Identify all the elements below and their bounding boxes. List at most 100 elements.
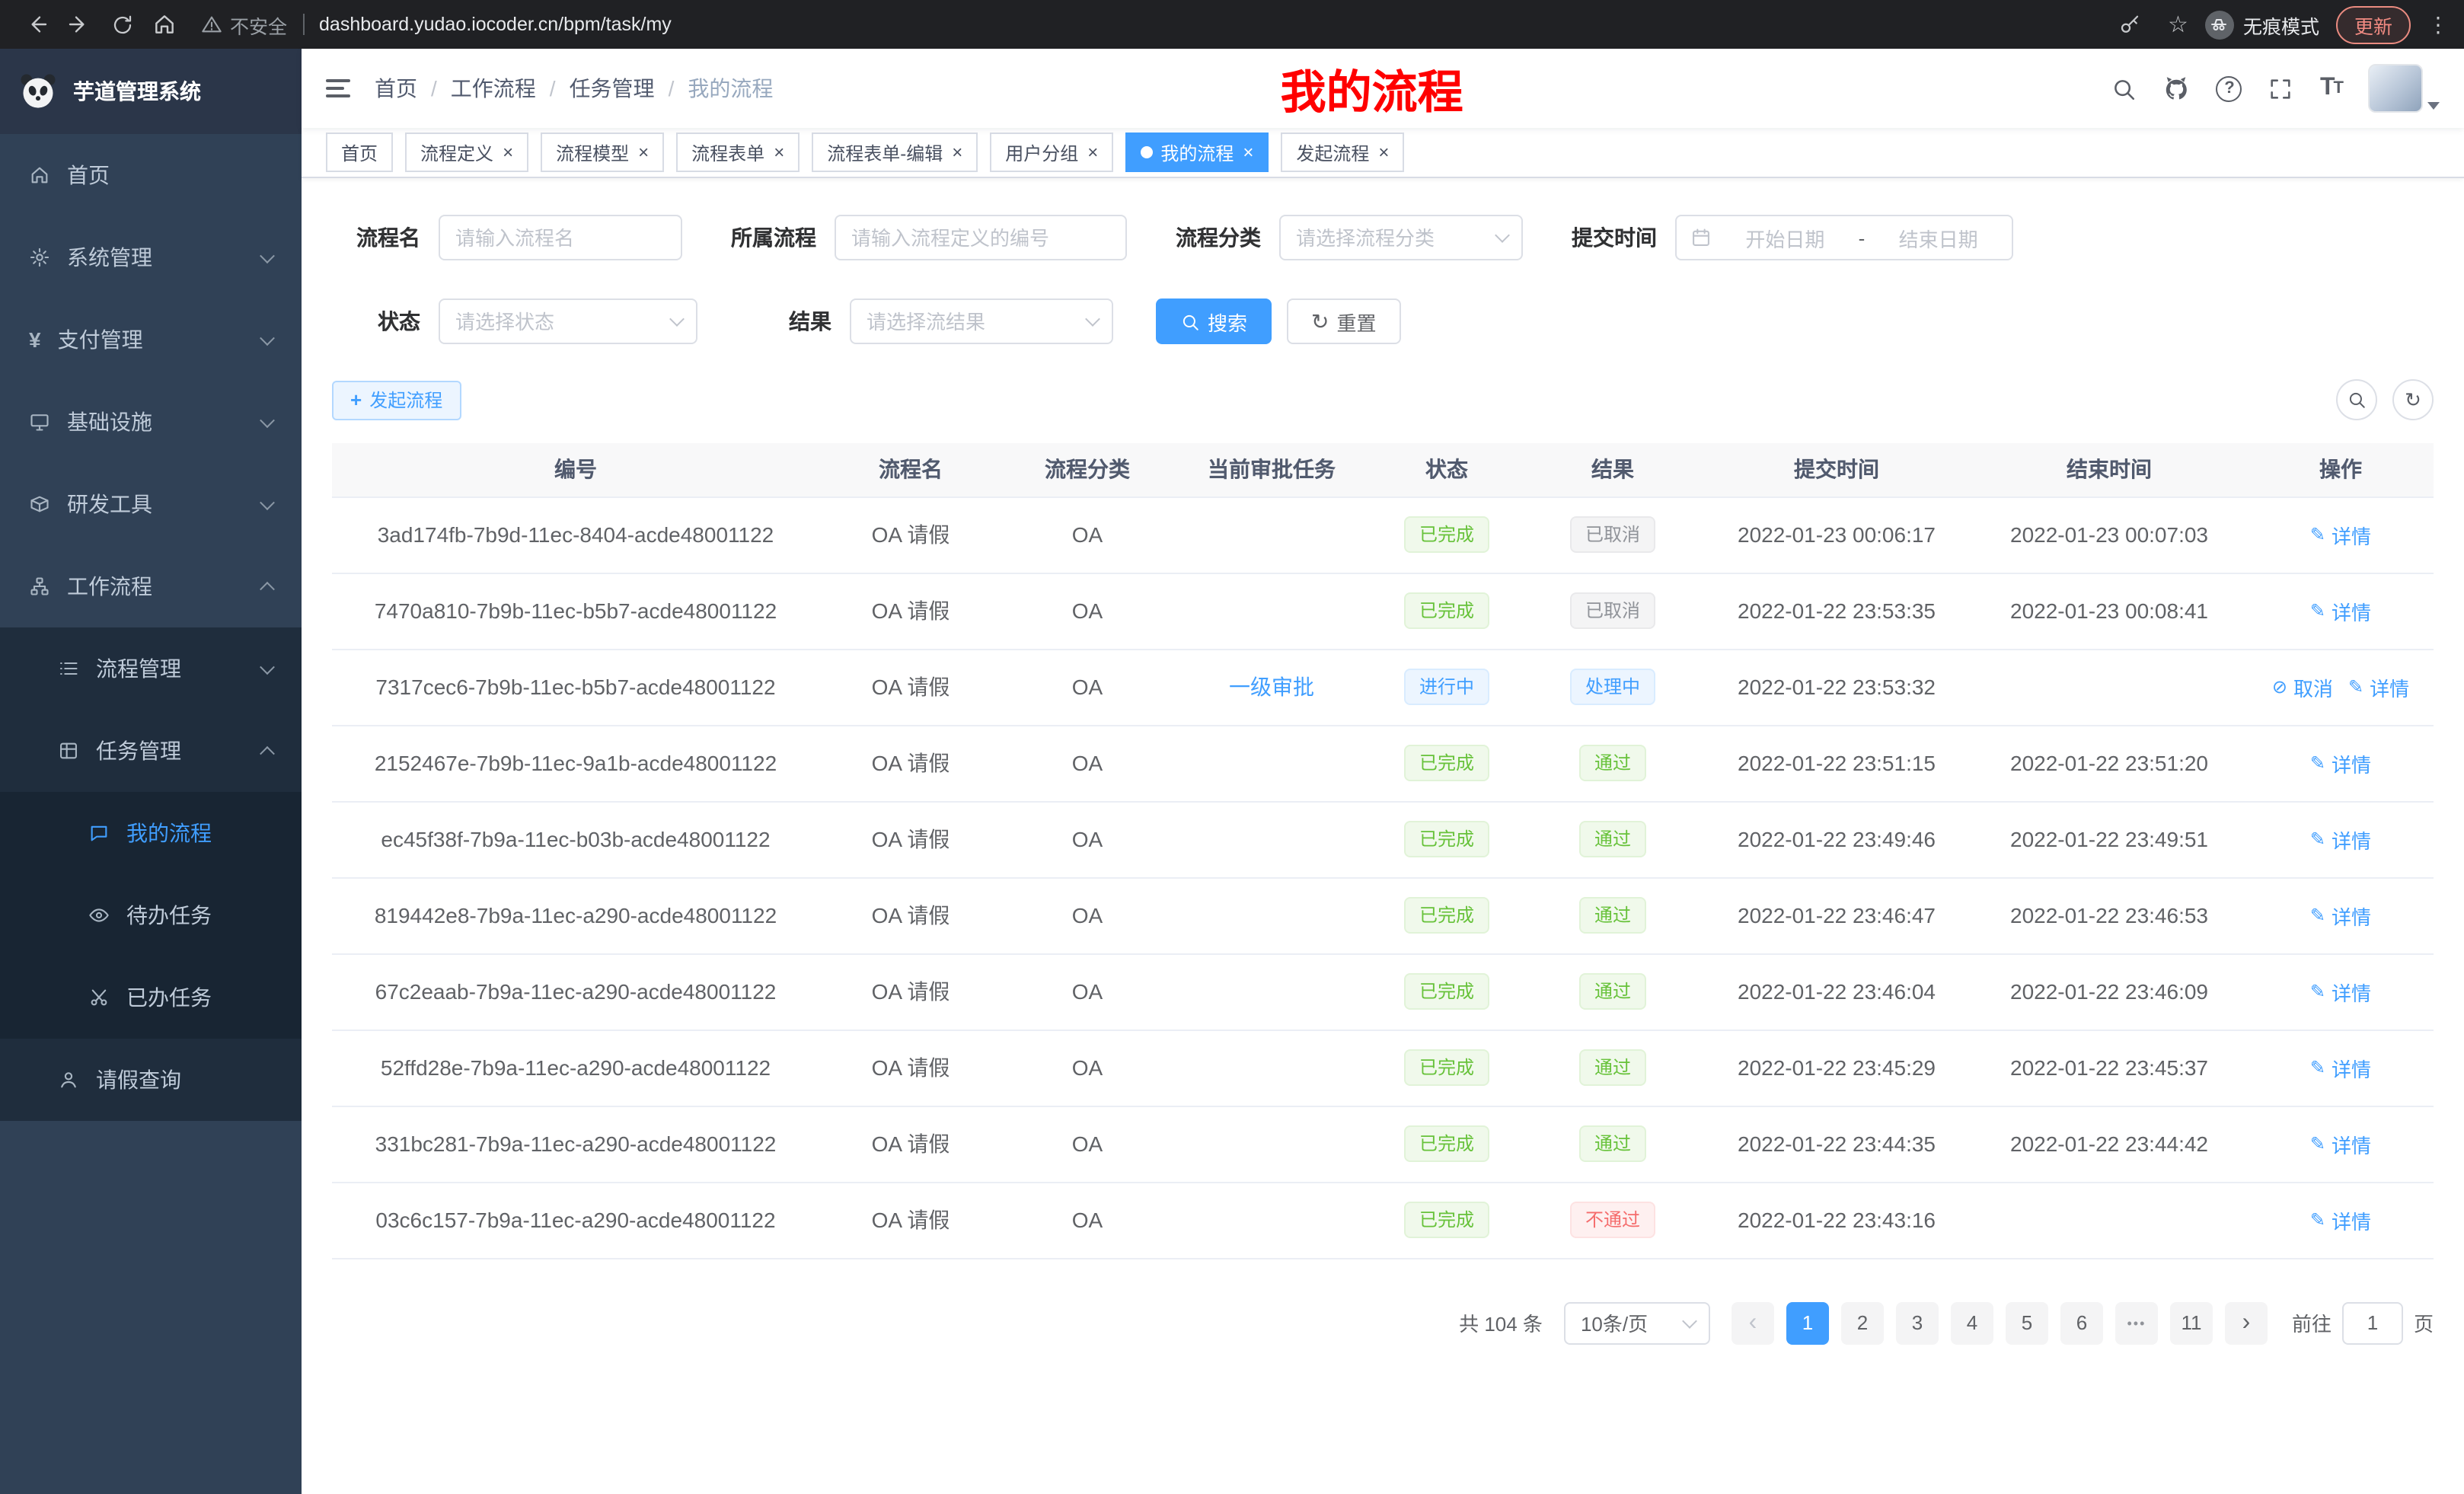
address-bar[interactable]: 不安全 dashboard.yudao.iocoder.cn/bpm/task/… [201,10,2090,39]
tab-process-definition[interactable]: 流程定义× [405,132,528,172]
sidebar-item-done-tasks[interactable]: 已办任务 [0,956,302,1039]
sidebar-item-system[interactable]: 系统管理 [0,216,302,298]
tab-start-process[interactable]: 发起流程× [1281,132,1404,172]
page-button-2[interactable]: 2 [1841,1301,1884,1344]
hamburger-icon[interactable] [326,79,350,97]
cell-status: 已完成 [1371,573,1523,649]
close-icon[interactable]: × [1087,143,1098,161]
breadcrumb-item[interactable]: 工作流程 [451,73,536,104]
search-icon[interactable] [2111,75,2137,101]
result-select-input[interactable] [850,298,1113,344]
cell-submit-time: 2022-01-22 23:53:35 [1703,573,1971,649]
search-button[interactable]: 搜索 [1156,298,1272,344]
forward-icon[interactable] [58,5,101,44]
reload-icon[interactable] [101,5,143,44]
tab-my-process[interactable]: 我的流程× [1125,132,1269,172]
detail-link[interactable]: ✎详情 [2310,596,2371,625]
page-button-11[interactable]: 11 [2170,1301,2213,1344]
close-icon[interactable]: × [774,143,784,161]
edit-icon: ✎ [2310,905,2325,926]
process-name-input[interactable] [439,215,682,260]
tab-home[interactable]: 首页 [326,132,393,172]
tab-process-model[interactable]: 流程模型× [541,132,664,172]
page-button-5[interactable]: 5 [2006,1301,2048,1344]
sidebar-item-process-mgmt[interactable]: 流程管理 [0,627,302,710]
page-button-4[interactable]: 4 [1951,1301,1993,1344]
close-icon[interactable]: × [1378,143,1389,161]
sidebar-item-workflow[interactable]: 工作流程 [0,545,302,627]
page-size-select[interactable] [1564,1301,1710,1344]
app-logo[interactable]: 芋道管理系统 [0,49,302,134]
status-select[interactable] [439,298,697,344]
refresh-table-button[interactable]: ↻ [2392,379,2434,420]
detail-link[interactable]: ✎详情 [2310,749,2371,777]
detail-link[interactable]: ✎详情 [2310,977,2371,1006]
category-select-input[interactable] [1279,215,1523,260]
breadcrumb-item[interactable]: 任务管理 [570,73,655,104]
toggle-search-button[interactable] [2336,379,2377,420]
detail-link[interactable]: ✎详情 [2310,825,2371,854]
tab-user-group[interactable]: 用户分组× [990,132,1113,172]
cell-result: 通过 [1523,1106,1703,1182]
fullscreen-icon[interactable] [2268,75,2294,101]
more-pages-button[interactable]: ••• [2115,1301,2158,1344]
security-warning[interactable]: 不安全 [230,10,287,39]
create-process-button[interactable]: + 发起流程 [332,380,461,420]
cancel-link[interactable]: ⊘取消 [2272,672,2333,701]
breadcrumb-separator: / [550,76,556,101]
detail-link[interactable]: ✎详情 [2310,1129,2371,1158]
page-button-3[interactable]: 3 [1896,1301,1939,1344]
bookmark-star-icon[interactable]: ☆ [2168,11,2188,38]
browser-menu-icon[interactable]: ⋮ [2427,11,2449,37]
cell-end-time: 2022-01-23 00:08:41 [1971,573,2248,649]
close-icon[interactable]: × [1243,143,1253,161]
cell-actions: ✎详情 [2248,1030,2434,1106]
sidebar-item-my-process[interactable]: 我的流程 [0,792,302,874]
sidebar-item-todo-tasks[interactable]: 待办任务 [0,874,302,956]
tab-process-form[interactable]: 流程表单× [676,132,800,172]
sidebar-item-devtools[interactable]: 研发工具 [0,463,302,545]
detail-link[interactable]: ✎详情 [2310,1205,2371,1234]
prev-page-button[interactable]: ‹ [1732,1301,1774,1344]
chevron-up-icon [260,745,275,761]
sidebar-item-home[interactable]: 首页 [0,134,302,216]
tab-process-form-edit[interactable]: 流程表单-编辑× [812,132,978,172]
cell-actions: ✎详情 [2248,1106,2434,1182]
detail-link[interactable]: ✎详情 [2310,1053,2371,1082]
incognito-badge: 无痕模式 [2205,10,2319,39]
font-size-icon[interactable]: TT [2320,75,2342,102]
date-range-picker[interactable]: 开始日期 - 结束日期 [1675,215,2013,260]
sidebar-item-task-mgmt[interactable]: 任务管理 [0,710,302,792]
close-icon[interactable]: × [503,143,513,161]
cell-name: OA 请假 [819,801,1002,877]
goto-page-input[interactable] [2342,1301,2403,1344]
category-select[interactable] [1279,215,1523,260]
update-button[interactable]: 更新 [2336,5,2411,43]
help-icon[interactable]: ? [2217,75,2242,101]
filter-row-1: 流程名 所属流程 流程分类 提交 [332,215,2434,260]
current-task-link[interactable]: 一级审批 [1229,675,1314,699]
reset-button[interactable]: ↻ 重置 [1287,298,1401,344]
user-menu[interactable] [2368,64,2440,113]
github-icon[interactable] [2163,75,2191,102]
detail-link[interactable]: ✎详情 [2310,520,2371,549]
sidebar-item-leave-query[interactable]: 请假查询 [0,1039,302,1121]
detail-link[interactable]: ✎详情 [2348,672,2409,701]
password-key-icon[interactable] [2108,5,2151,44]
process-definition-input[interactable] [835,215,1127,260]
sidebar-item-payment[interactable]: ¥ 支付管理 [0,298,302,381]
close-icon[interactable]: × [638,143,649,161]
page-button-1[interactable]: 1 [1786,1301,1829,1344]
result-select[interactable] [850,298,1113,344]
page-button-6[interactable]: 6 [2060,1301,2103,1344]
back-icon[interactable] [15,5,58,44]
detail-link[interactable]: ✎详情 [2310,901,2371,930]
breadcrumb-item[interactable]: 首页 [375,73,417,104]
next-page-button[interactable]: › [2225,1301,2268,1344]
sidebar-item-infra[interactable]: 基础设施 [0,381,302,463]
home-browser-icon[interactable] [143,5,186,44]
workflow-icon [29,576,50,597]
close-icon[interactable]: × [952,143,962,161]
url-text[interactable]: dashboard.yudao.iocoder.cn/bpm/task/my [319,14,672,35]
status-select-input[interactable] [439,298,697,344]
